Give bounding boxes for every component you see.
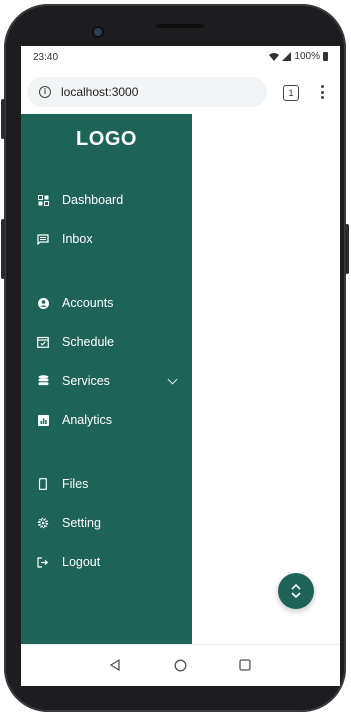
browser-menu-icon[interactable]: [317, 83, 327, 101]
calendar-icon: [37, 336, 49, 348]
sidebar-item-label: Accounts: [62, 296, 114, 310]
sidebar-item-logout[interactable]: Logout: [21, 545, 192, 579]
sidebar: LOGO Dashboard Inbox Accounts Schedule S…: [21, 114, 192, 644]
sidebar-item-label: Services: [62, 374, 110, 388]
sidebar-item-inbox[interactable]: Inbox: [21, 222, 192, 256]
wifi-icon: [269, 53, 280, 61]
unfold-icon: [291, 583, 301, 599]
sidebar-item-analytics[interactable]: Analytics: [21, 403, 192, 437]
power-button: [345, 224, 349, 274]
side-button: [1, 219, 5, 279]
sidebar-item-files[interactable]: Files: [21, 467, 192, 501]
back-icon[interactable]: [108, 658, 122, 672]
signal-icon: [282, 52, 292, 61]
sidebar-item-dashboard[interactable]: Dashboard: [21, 183, 192, 217]
volume-button: [1, 99, 5, 139]
status-time: 23:40: [33, 52, 59, 63]
database-icon: [37, 375, 49, 387]
browser-toolbar: i localhost:3000 1: [21, 70, 340, 114]
file-icon: [37, 478, 49, 490]
status-icons: 100%: [269, 51, 328, 62]
logo: LOGO: [76, 128, 137, 150]
url-bar[interactable]: i localhost:3000: [27, 77, 267, 107]
sidebar-item-label: Schedule: [62, 335, 115, 349]
analytics-icon: [37, 414, 49, 426]
front-camera: [94, 28, 102, 36]
sidebar-item-services[interactable]: Services: [21, 364, 192, 398]
chevron-down-icon[interactable]: [167, 374, 178, 385]
account-icon: [37, 297, 49, 309]
sidebar-item-schedule[interactable]: Schedule: [21, 325, 192, 359]
earpiece-speaker: [156, 24, 204, 28]
url-text[interactable]: localhost:3000: [61, 85, 138, 99]
battery-icon: [323, 52, 328, 61]
logout-icon: [37, 556, 49, 568]
sidebar-item-label: Files: [62, 477, 89, 491]
gear-icon: [37, 517, 49, 529]
home-icon[interactable]: [173, 658, 187, 672]
battery-percent: 100%: [294, 51, 320, 62]
status-bar: 23:40 100%: [21, 46, 340, 70]
sidebar-item-label: Setting: [62, 516, 101, 530]
android-nav-bar: [21, 644, 340, 686]
sidebar-item-label: Dashboard: [62, 193, 124, 207]
sidebar-item-label: Logout: [62, 555, 101, 569]
scroll-toggle-button[interactable]: [278, 573, 314, 609]
sidebar-item-accounts[interactable]: Accounts: [21, 286, 192, 320]
phone-frame: 23:40 100% i localhost:3000 1 LOGO Dashb…: [1, 4, 349, 712]
recents-icon[interactable]: [238, 658, 252, 672]
sidebar-item-label: Inbox: [62, 232, 93, 246]
info-icon[interactable]: i: [39, 86, 51, 98]
tab-count-button[interactable]: 1: [283, 85, 299, 101]
sidebar-item-setting[interactable]: Setting: [21, 506, 192, 540]
inbox-icon: [37, 233, 49, 245]
dashboard-icon: [37, 194, 49, 206]
sidebar-item-label: Analytics: [62, 413, 113, 427]
screen: 23:40 100% i localhost:3000 1 LOGO Dashb…: [21, 46, 340, 686]
